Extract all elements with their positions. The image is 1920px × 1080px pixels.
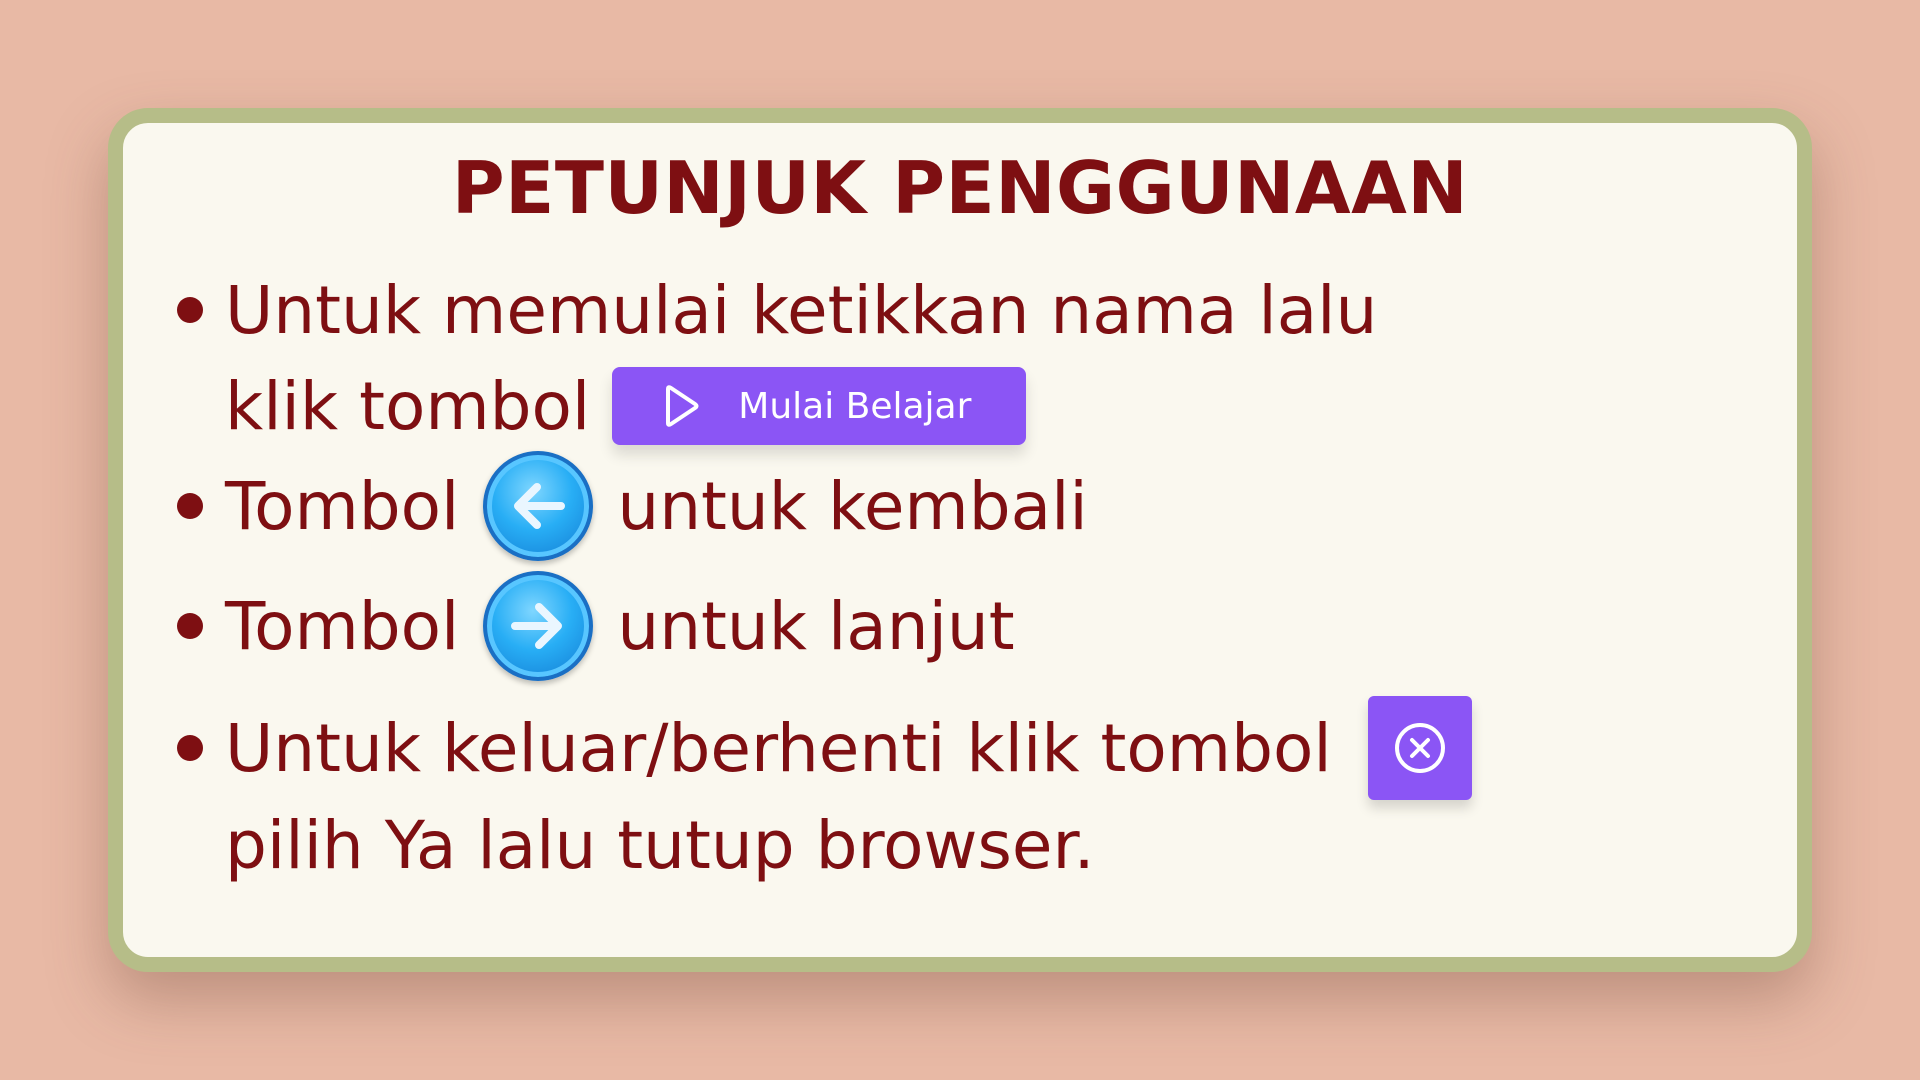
instruction-line: Untuk keluar/berhenti klik tombol	[225, 696, 1472, 800]
bullet-icon	[177, 613, 203, 639]
exit-button[interactable]	[1367, 696, 1472, 800]
instruction-text: untuk lanjut	[617, 587, 1015, 665]
instructions-card: PETUNJUK PENGGUNAAN Untuk memulai ketikk…	[108, 108, 1812, 972]
close-circle-icon	[1394, 723, 1445, 773]
next-button[interactable]	[483, 571, 594, 681]
bullet-icon	[177, 297, 203, 323]
instruction-text: Tombol	[225, 587, 460, 665]
play-icon	[658, 384, 702, 428]
arrow-left-icon	[514, 483, 566, 529]
instruction-text: Untuk memulai ketikkan nama lalu	[225, 271, 1378, 349]
instruction-text: pilih Ya lalu tutup browser.	[225, 806, 1095, 884]
start-learning-button[interactable]: Mulai Belajar	[612, 367, 1027, 445]
bullet-icon	[177, 493, 203, 519]
instruction-text: untuk kembali	[617, 467, 1088, 545]
instruction-line: Tombol untuk kembali	[225, 451, 1088, 561]
arrow-right-icon	[511, 603, 563, 649]
back-button[interactable]	[483, 451, 594, 561]
instruction-text: klik tombol	[225, 367, 591, 445]
instruction-line: klik tombol Mulai Belajar	[225, 361, 1027, 451]
instruction-text: Untuk keluar/berhenti klik tombol	[225, 709, 1332, 787]
bullet-icon	[177, 735, 203, 761]
start-button-label: Mulai Belajar	[738, 385, 972, 427]
page-title: PETUNJUK PENGGUNAAN	[451, 146, 1469, 230]
instruction-line: Tombol untuk lanjut	[225, 571, 1015, 681]
instruction-text: Tombol	[225, 467, 460, 545]
